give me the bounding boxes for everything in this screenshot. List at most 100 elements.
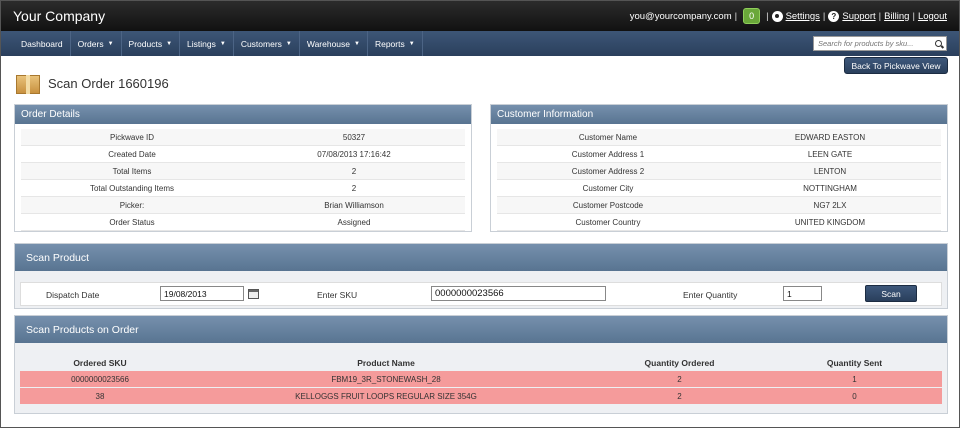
- detail-label: Customer Address 1: [571, 149, 645, 159]
- quantity-label: Enter Quantity: [683, 290, 738, 300]
- billing-link[interactable]: Billing: [884, 11, 909, 22]
- detail-label: Customer City: [582, 183, 634, 193]
- detail-row: Customer Country UNITED KINGDOM: [497, 214, 941, 231]
- order-products-table: Ordered SKU Product Name Quantity Ordere…: [20, 354, 942, 405]
- caret-down-icon: ▼: [285, 40, 292, 47]
- scan-button[interactable]: Scan: [865, 285, 917, 302]
- nav-label: Reports: [374, 38, 405, 49]
- nav-item-orders[interactable]: Orders ▼: [71, 31, 122, 56]
- detail-label: Picker:: [119, 200, 145, 210]
- cell-quantity-sent: 1: [852, 374, 857, 384]
- help-icon: ?: [828, 10, 840, 22]
- table-row: 38 KELLOGGS FRUIT LOOPS REGULAR SIZE 354…: [20, 388, 942, 404]
- detail-value: NG7 2LX: [813, 200, 847, 210]
- cell-product-name: FBM19_3R_STONEWASH_28: [331, 374, 441, 384]
- page-header: Scan Order 1660196: [16, 72, 169, 94]
- support-link[interactable]: Support: [842, 11, 875, 22]
- detail-row: Created Date 07/08/2013 17:16:42: [21, 146, 465, 163]
- app-window: Your Company you@yourcompany.com | 0 | S…: [0, 0, 960, 428]
- user-email: you@yourcompany.com: [629, 10, 732, 22]
- table-header: Ordered SKU Product Name Quantity Ordere…: [20, 354, 942, 371]
- nav-item-reports[interactable]: Reports ▼: [368, 31, 423, 56]
- gear-icon: [771, 10, 783, 22]
- detail-row: Picker: Brian Williamson: [21, 197, 465, 214]
- cell-product-name: KELLOGGS FRUIT LOOPS REGULAR SIZE 354G: [295, 391, 477, 401]
- detail-label: Order Status: [109, 217, 155, 227]
- detail-row: Customer Address 2 LENTON: [497, 163, 941, 180]
- panel-heading: Order Details: [15, 105, 471, 124]
- detail-label: Created Date: [108, 149, 156, 159]
- cell-quantity-ordered: 2: [677, 391, 682, 401]
- cell-sku: 38: [95, 391, 105, 401]
- back-to-pickwave-button[interactable]: Back To Pickwave View: [844, 57, 948, 74]
- product-search-input[interactable]: [818, 39, 936, 48]
- nav-label: Products: [128, 38, 163, 49]
- detail-value: NOTTINGHAM: [803, 183, 857, 193]
- sku-input[interactable]: 0000000023566: [431, 286, 606, 301]
- caret-down-icon: ▼: [166, 40, 173, 47]
- nav-item-dashboard[interactable]: Dashboard: [14, 31, 71, 56]
- detail-label: Customer Postcode: [572, 200, 644, 210]
- column-header: Ordered SKU: [73, 357, 127, 368]
- product-search-box: [813, 36, 947, 51]
- quantity-input[interactable]: 1: [783, 286, 822, 301]
- detail-row: Total Outstanding Items 2: [21, 180, 465, 197]
- separator: |: [734, 10, 738, 22]
- search-icon[interactable]: [935, 40, 942, 47]
- detail-value: 2: [351, 166, 357, 176]
- cell-quantity-sent: 0: [852, 391, 857, 401]
- panel-heading: Scan Products on Order: [15, 316, 947, 343]
- logout-link[interactable]: Logout: [918, 11, 947, 22]
- nav-item-listings[interactable]: Listings ▼: [180, 31, 234, 56]
- table-row: 0000000023566 FBM19_3R_STONEWASH_28 2 1: [20, 371, 942, 387]
- detail-value: 2: [351, 183, 357, 193]
- scan-products-on-order-panel: Scan Products on Order Ordered SKU Produ…: [14, 315, 948, 414]
- detail-value: Assigned: [337, 217, 371, 227]
- scan-form: Dispatch Date 19/08/2013 Enter SKU 00000…: [20, 282, 942, 306]
- detail-value: 07/08/2013 17:16:42: [317, 149, 391, 159]
- package-icon: [16, 72, 40, 94]
- detail-row: Customer City NOTTINGHAM: [497, 180, 941, 197]
- nav-item-customers[interactable]: Customers ▼: [234, 31, 300, 56]
- detail-value: LENTON: [813, 166, 847, 176]
- column-header: Quantity Sent: [826, 357, 883, 368]
- detail-label: Total Outstanding Items: [89, 183, 175, 193]
- order-details-panel: Order Details Pickwave ID 50327 Created D…: [14, 104, 472, 232]
- detail-row: Pickwave ID 50327: [21, 129, 465, 146]
- main-nav: Dashboard Orders ▼ Products ▼ Listings ▼ Cu…: [1, 31, 959, 56]
- separator: |: [822, 10, 826, 22]
- detail-row: Customer Address 1 LEEN GATE: [497, 146, 941, 163]
- order-details-list: Pickwave ID 50327 Created Date 07/08/2013 …: [15, 124, 471, 231]
- nav-item-warehouse[interactable]: Warehouse ▼: [300, 31, 368, 56]
- caret-down-icon: ▼: [219, 40, 226, 47]
- detail-label: Customer Name: [578, 132, 638, 142]
- separator: |: [912, 10, 915, 22]
- notification-badge[interactable]: 0: [743, 8, 761, 24]
- column-header: Product Name: [357, 357, 415, 368]
- dispatch-date-label: Dispatch Date: [46, 290, 100, 300]
- brand-logo[interactable]: Your Company: [13, 8, 105, 24]
- nav-label: Dashboard: [21, 38, 63, 49]
- detail-label: Customer Country: [575, 217, 641, 227]
- sku-label: Enter SKU: [317, 290, 358, 300]
- customer-info-list: Customer Name EDWARD EASTON Customer Addr…: [491, 124, 947, 231]
- settings-link[interactable]: Settings: [786, 11, 820, 22]
- nav-item-products[interactable]: Products ▼: [122, 31, 181, 56]
- nav-label: Customers: [240, 38, 282, 49]
- detail-row: Customer Postcode NG7 2LX: [497, 197, 941, 214]
- column-header: Quantity Ordered: [644, 357, 715, 368]
- caret-down-icon: ▼: [107, 40, 114, 47]
- account-menu: you@yourcompany.com | 0 | Settings | ? S…: [630, 8, 947, 24]
- nav-label: Listings: [187, 38, 216, 49]
- detail-value: Brian Williamson: [324, 200, 384, 210]
- calendar-icon[interactable]: [248, 289, 259, 299]
- dispatch-date-input[interactable]: 19/08/2013: [160, 286, 244, 301]
- detail-label: Customer Address 2: [571, 166, 645, 176]
- detail-value: EDWARD EASTON: [794, 132, 866, 142]
- cell-quantity-ordered: 2: [677, 374, 682, 384]
- separator: |: [878, 10, 882, 22]
- detail-value: LEEN GATE: [807, 149, 853, 159]
- detail-row: Order Status Assigned: [21, 214, 465, 231]
- detail-row: Total Items 2: [21, 163, 465, 180]
- panel-heading: Scan Product: [15, 244, 947, 271]
